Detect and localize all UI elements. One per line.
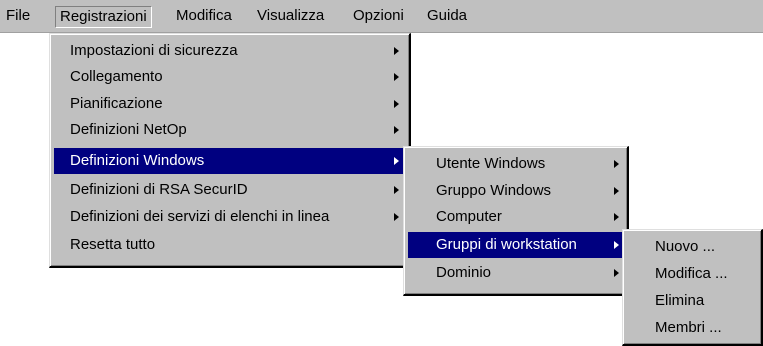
- submenu-arrow-icon: [614, 269, 619, 277]
- menu-item-label: Definizioni NetOp: [70, 121, 187, 138]
- submenu-arrow-icon: [394, 126, 399, 134]
- submenu-arrow-icon: [394, 213, 399, 221]
- menu-item-resetta-tutto[interactable]: Resetta tutto: [54, 232, 406, 258]
- menu-item-label: Dominio: [436, 264, 492, 281]
- submenu-arrow-icon: [614, 213, 619, 221]
- submenu-arrow-icon: [614, 187, 619, 195]
- submenu-arrow-icon: [614, 241, 619, 249]
- menu-item-collegamento[interactable]: Collegamento: [54, 64, 406, 90]
- menu-guida[interactable]: Guida: [423, 6, 471, 28]
- menu-item-nuovo[interactable]: Nuovo ...: [627, 234, 760, 260]
- menu-item-label: Collegamento: [70, 68, 163, 85]
- menu-item-label: Definizioni Windows: [70, 152, 205, 169]
- menu-item-dominio[interactable]: Dominio: [408, 260, 624, 286]
- menu-item-label: Pianificazione: [70, 95, 163, 112]
- menu-item-membri[interactable]: Membri ...: [627, 315, 760, 341]
- submenu-arrow-icon: [394, 186, 399, 194]
- menu-item-label: Computer: [436, 208, 502, 225]
- submenu-arrow-icon: [614, 160, 619, 168]
- menu-registrazioni[interactable]: Registrazioni: [55, 6, 152, 28]
- menu-file[interactable]: File: [2, 6, 34, 28]
- menu-item-label: Membri ...: [655, 319, 722, 336]
- menu-item-label: Gruppo Windows: [436, 182, 552, 199]
- menu-item-modifica[interactable]: Modifica ...: [627, 261, 760, 287]
- menu-item-label: Impostazioni di sicurezza: [70, 42, 238, 59]
- menu-item-label: Resetta tutto: [70, 236, 156, 253]
- menu-item-label: Gruppi di workstation: [436, 236, 577, 253]
- registrazioni-dropdown: Impostazioni di sicurezza Collegamento P…: [49, 33, 411, 268]
- menu-item-elimina[interactable]: Elimina: [627, 288, 760, 314]
- gruppi-workstation-submenu: Nuovo ... Modifica ... Elimina Membri ..…: [622, 229, 763, 346]
- submenu-arrow-icon: [394, 73, 399, 81]
- menu-item-pianificazione[interactable]: Pianificazione: [54, 91, 406, 117]
- submenu-arrow-icon: [394, 47, 399, 55]
- menu-modifica[interactable]: Modifica: [172, 6, 236, 28]
- menu-item-utente-windows[interactable]: Utente Windows: [408, 151, 624, 177]
- menu-item-label: Utente Windows: [436, 155, 546, 172]
- menu-item-gruppi-workstation[interactable]: Gruppi di workstation: [408, 232, 624, 258]
- submenu-arrow-icon: [394, 100, 399, 108]
- menu-item-computer[interactable]: Computer: [408, 204, 624, 230]
- definizioni-windows-submenu: Utente Windows Gruppo Windows Computer G…: [403, 146, 629, 296]
- menu-opzioni[interactable]: Opzioni: [349, 6, 408, 28]
- menu-item-label: Definizioni dei servizi di elenchi in li…: [70, 208, 330, 225]
- menu-item-definizioni-servizi-elenchi[interactable]: Definizioni dei servizi di elenchi in li…: [54, 204, 406, 230]
- menu-item-label: Modifica ...: [655, 265, 728, 282]
- menu-item-gruppo-windows[interactable]: Gruppo Windows: [408, 178, 624, 204]
- menu-item-impostazioni-sicurezza[interactable]: Impostazioni di sicurezza: [54, 38, 406, 64]
- menu-item-label: Definizioni di RSA SecurID: [70, 181, 248, 198]
- menu-item-label: Nuovo ...: [655, 238, 716, 255]
- menu-bar: File Registrazioni Modifica Visualizza O…: [0, 0, 763, 33]
- menu-visualizza[interactable]: Visualizza: [253, 6, 328, 28]
- menu-item-definizioni-netop[interactable]: Definizioni NetOp: [54, 117, 406, 143]
- menu-item-label: Elimina: [655, 292, 705, 309]
- submenu-arrow-icon: [394, 157, 399, 165]
- menu-item-definizioni-rsa-securid[interactable]: Definizioni di RSA SecurID: [54, 177, 406, 203]
- menu-item-definizioni-windows[interactable]: Definizioni Windows: [54, 148, 406, 174]
